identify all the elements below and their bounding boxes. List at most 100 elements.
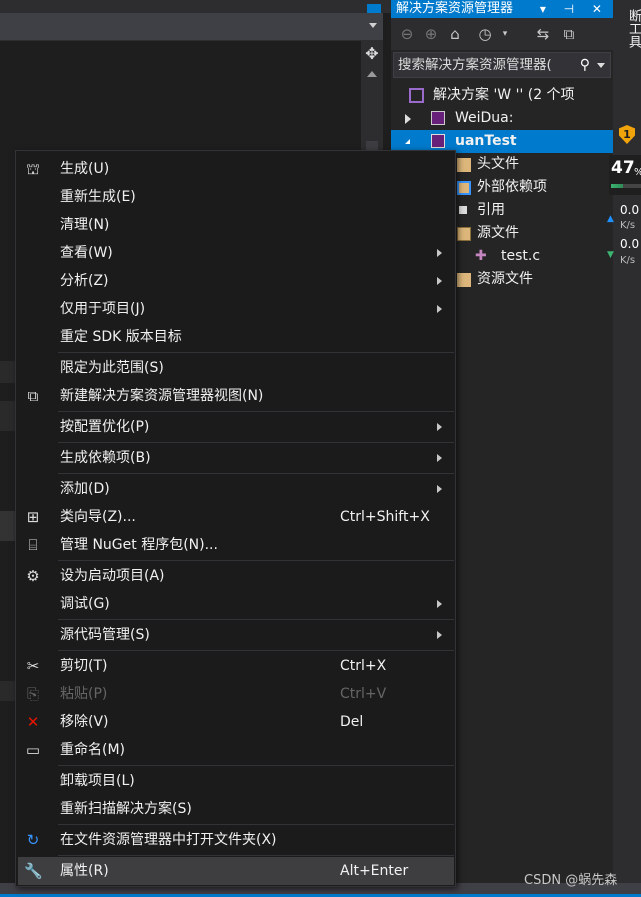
tree-item-label: 资源文件 — [477, 271, 533, 287]
menu-item-scope-to-this[interactable]: 限定为此范围(S) — [16, 354, 455, 382]
net-down-value: 0.0 — [620, 237, 640, 251]
menu-separator — [58, 650, 454, 651]
menu-separator — [58, 560, 454, 561]
menu-item-rebuild[interactable]: 重新生成(E) — [16, 183, 455, 211]
menu-separator — [58, 411, 454, 412]
solution-icon — [409, 88, 424, 103]
solution-explorer-toolbar: ⊖ ⊕ ⌂ ◷ ▾ ⇆ ⧉ — [391, 18, 613, 50]
tree-item-label: 外部依赖项 — [477, 179, 547, 195]
submenu-arrow-icon — [437, 454, 442, 462]
menu-item-add[interactable]: 添加(D) — [16, 475, 455, 503]
menu-item-view[interactable]: 查看(W) — [16, 239, 455, 267]
menu-item-source-control[interactable]: 源代码管理(S) — [16, 621, 455, 649]
tree-item-label: test.c — [501, 248, 541, 264]
c-file-icon: ✚ — [475, 248, 487, 264]
net-up-unit: K/s — [620, 220, 636, 231]
submenu-arrow-icon — [437, 485, 442, 493]
back-icon[interactable]: ⊖ — [397, 24, 417, 44]
menu-separator — [58, 352, 454, 353]
cpu-percent-sign: % — [634, 167, 641, 178]
download-arrow-icon: ▼ — [607, 250, 614, 260]
menu-item-open-in-explorer[interactable]: ↻ 在文件资源管理器中打开文件夹(X) — [16, 826, 455, 854]
menu-item-properties[interactable]: 🔧 属性(R) Alt+Enter — [18, 857, 454, 885]
collapse-all-icon[interactable]: ⧉ — [559, 24, 579, 44]
menu-separator — [58, 619, 454, 620]
cpu-usage-bar — [611, 184, 641, 188]
menu-item-remove[interactable]: ✕ 移除(V) Del — [16, 708, 455, 736]
chevron-down-icon[interactable] — [369, 23, 377, 28]
tree-item-label: 源文件 — [477, 225, 519, 241]
folder-icon — [457, 273, 471, 287]
tree-item-label: 头文件 — [477, 156, 519, 172]
expand-icon[interactable] — [405, 114, 411, 124]
nuget-icon: ⌸ — [28, 536, 38, 554]
window-buttons[interactable]: ▾ ⊣ ✕ — [540, 0, 609, 18]
editor-navigation-bar[interactable] — [0, 13, 383, 41]
scissors-icon: ✂ — [26, 657, 40, 675]
forward-icon[interactable]: ⊕ — [421, 24, 441, 44]
editor-title-strip — [0, 0, 391, 13]
menu-separator — [58, 824, 454, 825]
menu-item-cut[interactable]: ✂ 剪切(T) Ctrl+X — [16, 652, 455, 680]
new-view-icon: ⧉ — [27, 387, 39, 405]
build-icon: ⛫ — [26, 160, 40, 178]
menu-item-clean[interactable]: 清理(N) — [16, 211, 455, 239]
menu-item-class-wizard[interactable]: ⊞ 类向导(Z)... Ctrl+Shift+X — [16, 503, 455, 531]
pending-changes-filter-icon[interactable]: ◷ — [475, 24, 495, 44]
collapse-icon[interactable] — [405, 139, 410, 144]
diagnostic-tools-tab[interactable]: 断工具 — [613, 0, 641, 56]
rename-icon: ▭ — [25, 741, 41, 759]
net-down-unit: K/s — [620, 255, 636, 266]
chevron-down-icon[interactable] — [597, 63, 605, 68]
menu-item-set-startup[interactable]: ⚙ 设为启动项目(A) — [16, 562, 455, 590]
class-wizard-icon: ⊞ — [26, 508, 40, 526]
menu-separator — [58, 855, 454, 856]
menu-item-new-view[interactable]: ⧉ 新建解决方案资源管理器视图(N) — [16, 382, 455, 410]
submenu-arrow-icon — [437, 423, 442, 431]
cpu-usage-fill — [611, 184, 623, 188]
tree-item-project[interactable]: WeiDua: — [391, 107, 613, 130]
submenu-arrow-icon — [437, 249, 442, 257]
paste-icon: ⎘ — [26, 685, 39, 703]
submenu-arrow-icon — [437, 277, 442, 285]
menu-item-pgo[interactable]: 按配置优化(P) — [16, 413, 455, 441]
menu-item-debug[interactable]: 调试(G) — [16, 590, 455, 618]
sync-icon[interactable]: ⇆ — [533, 24, 553, 44]
scroll-up-icon[interactable] — [367, 71, 377, 77]
tree-item-label: uanTest — [455, 133, 517, 149]
submenu-arrow-icon — [437, 600, 442, 608]
tree-item-label: 引用 — [477, 202, 505, 218]
search-placeholder: 搜索解决方案资源管理器( — [398, 57, 552, 73]
menu-separator — [58, 473, 454, 474]
folder-icon — [457, 158, 471, 172]
menu-item-rescan-solution[interactable]: 重新扫描解决方案(S) — [16, 795, 455, 823]
wrench-icon: 🔧 — [24, 862, 43, 880]
menu-item-unload-project[interactable]: 卸载项目(L) — [16, 767, 455, 795]
menu-item-paste[interactable]: ⎘ 粘贴(P) Ctrl+V — [16, 680, 455, 708]
tree-item-solution[interactable]: 解决方案 'W '' (2 个项 — [391, 84, 613, 107]
menu-item-manage-nuget[interactable]: ⌸ 管理 NuGet 程序包(N)... — [16, 531, 455, 559]
chevron-down-icon[interactable]: ▾ — [495, 24, 515, 44]
cpu-percent: 47 — [611, 158, 635, 178]
cpp-project-icon — [431, 111, 445, 125]
menu-item-rename[interactable]: ▭ 重命名(M) — [16, 736, 455, 764]
folder-icon — [457, 227, 471, 241]
external-deps-icon — [457, 181, 471, 195]
menu-item-analyze[interactable]: 分析(Z) — [16, 267, 455, 295]
watermark: CSDN @蜗先森 — [524, 873, 618, 888]
menu-separator — [58, 765, 454, 766]
solution-explorer-title-text: 解决方案资源管理器 — [396, 1, 514, 16]
solution-explorer-search-input[interactable]: 搜索解决方案资源管理器( ⚲ — [393, 52, 611, 78]
menu-item-project-only[interactable]: 仅用于项目(J) — [16, 295, 455, 323]
menu-item-build[interactable]: ⛫ 生成(U) — [16, 155, 455, 183]
remove-icon: ✕ — [26, 713, 40, 731]
cpp-project-icon — [431, 134, 445, 148]
home-icon[interactable]: ⌂ — [445, 24, 465, 44]
menu-item-retarget-sdk[interactable]: 重定 SDK 版本目标 — [16, 323, 455, 351]
upload-arrow-icon: ▲ — [607, 214, 614, 224]
split-handle-icon[interactable]: ✥ — [363, 45, 381, 63]
search-icon[interactable]: ⚲ — [580, 53, 590, 77]
menu-item-build-dependencies[interactable]: 生成依赖项(B) — [16, 444, 455, 472]
submenu-arrow-icon — [437, 631, 442, 639]
solution-explorer-title: 解决方案资源管理器 ▾ ⊣ ✕ — [391, 0, 613, 18]
